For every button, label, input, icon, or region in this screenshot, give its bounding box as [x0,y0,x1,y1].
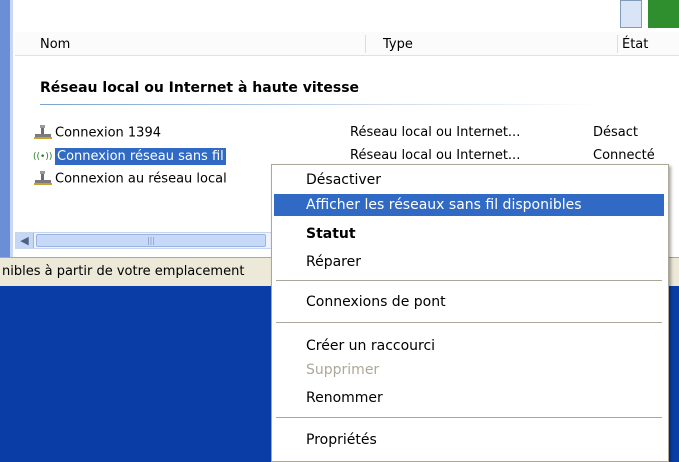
menu-item-repair[interactable]: Réparer [274,251,664,273]
list-item[interactable]: Connexion 1394 Réseau local ou Internet.… [32,125,679,145]
window-left-edge [0,0,10,286]
window-corner-icon [648,0,679,28]
connection-name: Connexion réseau sans fil [55,147,226,165]
menu-item-status[interactable]: Statut [274,223,664,245]
column-header-name[interactable]: Nom [40,37,70,52]
list-header: Nom Type État [15,32,679,56]
wireless-icon: ((•)) [32,148,54,164]
menu-separator [276,322,662,323]
menu-item-delete: Supprimer [306,362,380,378]
svg-text:((•)): ((•)) [33,152,52,162]
window-left-edge-inner [10,0,13,286]
scroll-left-button[interactable]: ◀ [16,233,34,248]
menu-item-view-wireless-networks[interactable]: Afficher les réseaux sans fil disponible… [274,194,664,216]
menu-item-bridge-connections[interactable]: Connexions de pont [274,291,664,313]
connection-name: Connexion 1394 [55,125,161,141]
connection-type: Réseau local ou Internet... [350,148,521,163]
menu-item-create-shortcut[interactable]: Créer un raccourci [274,335,664,357]
connection-type: Réseau local ou Internet... [350,125,521,140]
column-header-type[interactable]: Type [383,37,413,52]
menu-separator [276,417,662,418]
column-separator[interactable] [617,35,618,53]
group-title: Réseau local ou Internet à haute vitesse [40,80,360,96]
status-text: nibles à partir de votre emplacement [2,264,245,279]
menu-separator [276,280,662,281]
group-divider [40,104,600,105]
column-separator[interactable] [365,35,366,53]
connection-state: Connecté [593,148,655,163]
scrollbar-thumb[interactable]: ||| [36,234,266,247]
connection-state: Désact [593,125,638,140]
horizontal-scrollbar[interactable]: ◀ ||| [15,232,275,249]
lan-icon [32,171,54,187]
column-header-state[interactable]: État [622,37,648,52]
scroll-up-button[interactable] [620,0,642,28]
menu-item-rename[interactable]: Renommer [274,387,664,409]
connection-name: Connexion au réseau local [55,171,227,187]
menu-item-disable[interactable]: Désactiver [274,169,664,191]
lan-icon [32,125,54,141]
menu-item-properties[interactable]: Propriétés [274,429,664,451]
context-menu: Désactiver Afficher les réseaux sans fil… [271,164,669,462]
